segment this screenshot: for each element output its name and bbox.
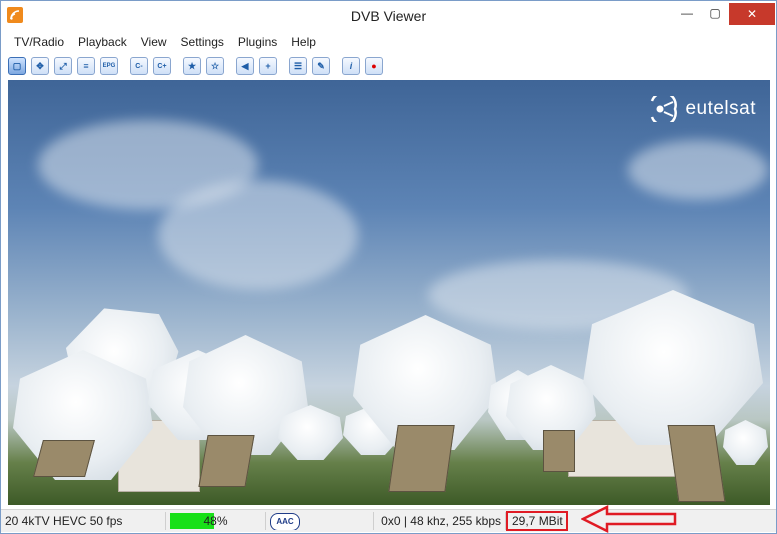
window-icon: ▢ bbox=[12, 60, 22, 71]
close-button[interactable]: ✕ bbox=[729, 3, 775, 25]
channel-list-button[interactable]: ☰ bbox=[289, 57, 307, 75]
tools-button[interactable]: ✎ bbox=[312, 57, 330, 75]
menu-view[interactable]: View bbox=[134, 32, 174, 52]
highlight-arrow-icon bbox=[581, 504, 677, 534]
menu-tv-radio[interactable]: TV/Radio bbox=[7, 32, 71, 52]
satellite-dish bbox=[723, 420, 768, 465]
eutelsat-logo-icon bbox=[651, 96, 678, 122]
channel-next-icon: C+ bbox=[157, 62, 167, 70]
dish-mount bbox=[388, 425, 455, 492]
toolbar: ▢ ✥ ⤢ ≡ EPG C- C+ ★ ☆ ◀ + ☰ ✎ i ● bbox=[1, 54, 776, 78]
channel-prev-button[interactable]: C- bbox=[130, 57, 148, 75]
video-area[interactable]: eutelsat bbox=[8, 80, 770, 505]
dish-mount bbox=[667, 425, 726, 502]
add-icon: + bbox=[265, 61, 271, 71]
info-button[interactable]: i bbox=[342, 57, 360, 75]
record-button[interactable]: ● bbox=[365, 57, 383, 75]
channel-info: 20 4kTV HEVC 50 fps bbox=[1, 512, 166, 530]
eutelsat-logo: eutelsat bbox=[649, 96, 756, 122]
title-bar[interactable]: DVB Viewer — ▢ ✕ bbox=[1, 1, 776, 31]
signal-percent: 48% bbox=[203, 514, 228, 528]
epg-button[interactable]: EPG bbox=[100, 57, 118, 75]
cloud bbox=[158, 180, 358, 290]
fullscreen-button[interactable]: ⤢ bbox=[54, 57, 72, 75]
dish-mount bbox=[198, 435, 255, 487]
close-icon: ✕ bbox=[746, 7, 758, 21]
maximize-button[interactable]: ▢ bbox=[701, 1, 729, 25]
window-title: DVB Viewer bbox=[350, 8, 427, 24]
favorite-next-button[interactable]: ☆ bbox=[206, 57, 224, 75]
channel-next-button[interactable]: C+ bbox=[153, 57, 171, 75]
menu-playback[interactable]: Playback bbox=[71, 32, 134, 52]
app-window: DVB Viewer — ▢ ✕ TV/Radio Playback View … bbox=[0, 0, 777, 534]
bitrate-info: 29,7 MBit bbox=[506, 511, 568, 531]
list-button[interactable]: ≡ bbox=[77, 57, 95, 75]
back-icon: ◀ bbox=[241, 60, 249, 71]
menu-settings[interactable]: Settings bbox=[174, 32, 231, 52]
favorite-next-icon: ☆ bbox=[210, 60, 220, 71]
maximize-icon: ▢ bbox=[709, 6, 721, 20]
logo-text: eutelsat bbox=[685, 98, 756, 119]
move-icon: ✥ bbox=[36, 60, 44, 71]
epg-icon: EPG bbox=[102, 63, 116, 69]
audio-codec-cell: AAC bbox=[266, 512, 374, 530]
fullscreen-icon: ⤢ bbox=[59, 60, 67, 71]
menu-help[interactable]: Help bbox=[284, 32, 323, 52]
move-button[interactable]: ✥ bbox=[31, 57, 49, 75]
channel-list-icon: ☰ bbox=[293, 60, 303, 71]
signal-meter: 48% bbox=[166, 512, 266, 530]
favorite-prev-button[interactable]: ★ bbox=[183, 57, 201, 75]
channel-prev-icon: C- bbox=[135, 62, 143, 70]
back-button[interactable]: ◀ bbox=[236, 57, 254, 75]
tools-icon: ✎ bbox=[317, 60, 325, 71]
minimize-button[interactable]: — bbox=[673, 1, 701, 25]
info-icon: i bbox=[349, 61, 353, 71]
record-icon: ● bbox=[371, 61, 377, 71]
list-icon: ≡ bbox=[83, 61, 89, 71]
menu-plugins[interactable]: Plugins bbox=[231, 32, 284, 52]
audio-info: 0x0 | 48 khz, 255 kbps bbox=[374, 512, 506, 530]
window-mode-button[interactable]: ▢ bbox=[8, 57, 26, 75]
aac-icon: AAC bbox=[270, 513, 300, 530]
favorite-prev-icon: ★ bbox=[187, 60, 197, 71]
menu-bar: TV/Radio Playback View Settings Plugins … bbox=[1, 32, 776, 52]
add-button[interactable]: + bbox=[259, 57, 277, 75]
dish-mount bbox=[33, 440, 95, 477]
dish-mount bbox=[543, 430, 575, 472]
cloud bbox=[628, 140, 768, 200]
minimize-icon: — bbox=[681, 6, 693, 20]
